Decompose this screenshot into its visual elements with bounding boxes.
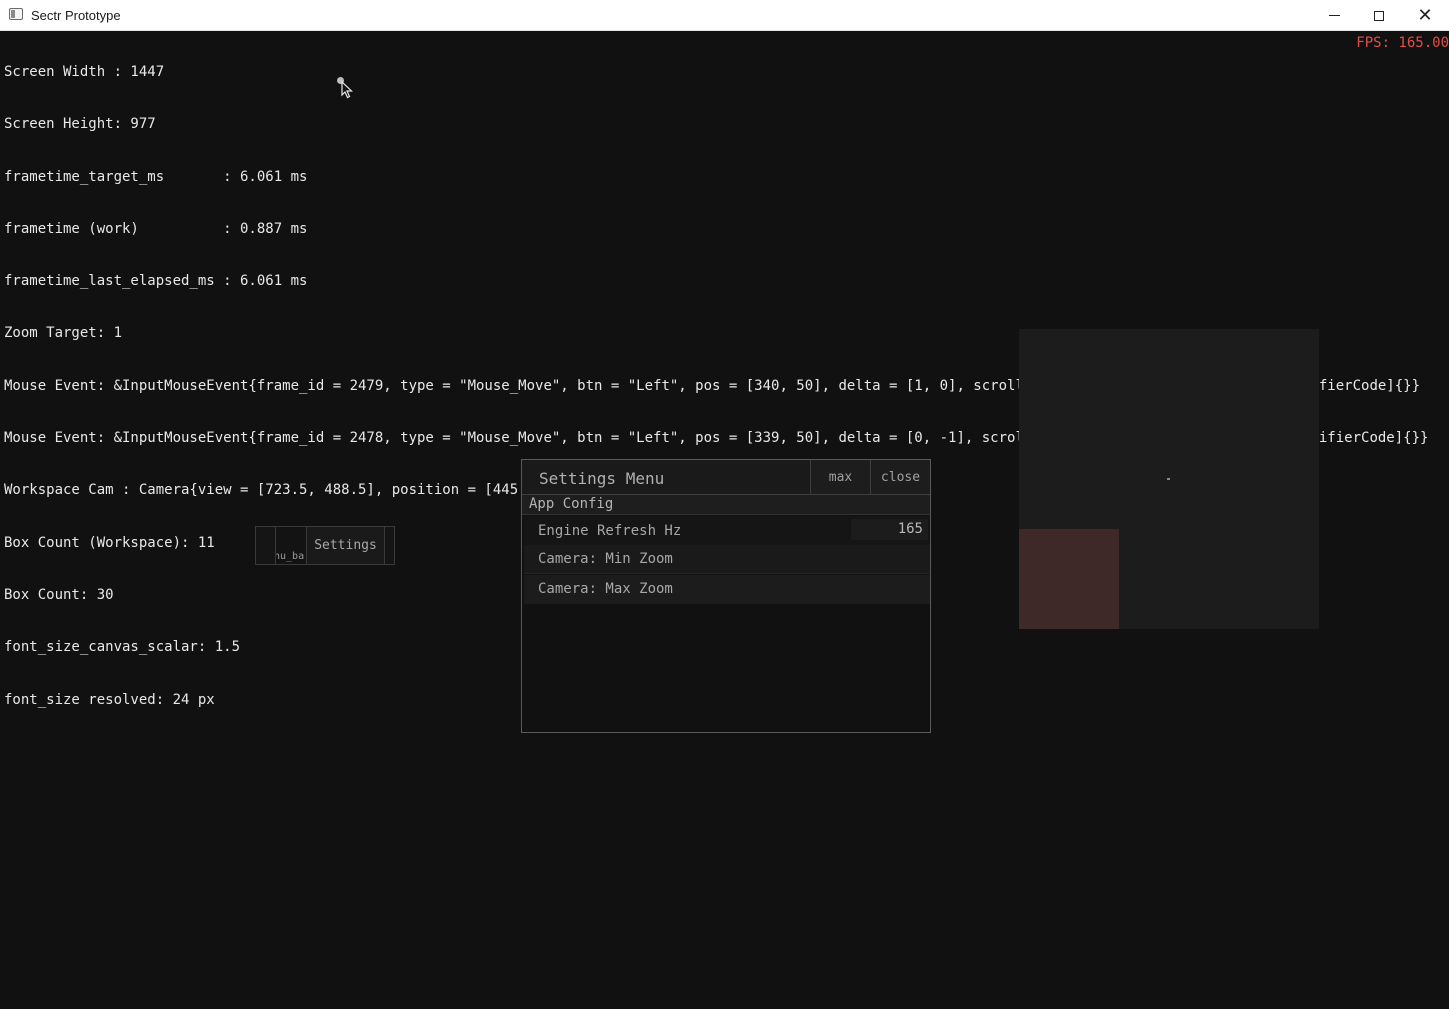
setting-row-max-zoom[interactable]: Camera: Max Zoom: [524, 575, 930, 604]
menu-bar-drag-handle[interactable]: [256, 527, 276, 564]
section-label: App Config: [529, 496, 614, 512]
title-bar: Sectr Prototype ✕: [0, 0, 1449, 31]
debug-line: frametime (work) : 0.887 ms: [4, 220, 308, 237]
setting-row-min-zoom[interactable]: Camera: Min Zoom: [524, 545, 930, 574]
settings-menu-title: Settings Menu: [539, 469, 665, 488]
minimize-button[interactable]: [1311, 0, 1357, 31]
maximize-button[interactable]: [1356, 0, 1402, 31]
close-button[interactable]: close: [870, 460, 930, 494]
section-header[interactable]: App Config: [522, 495, 930, 515]
setting-row-engine-refresh[interactable]: Engine Refresh Hz 165: [524, 516, 930, 545]
red-box[interactable]: [1019, 529, 1119, 629]
window-title: Sectr Prototype: [31, 8, 121, 23]
test-panel[interactable]: [1019, 329, 1319, 629]
menu-bar-label: nu_ba: [276, 527, 307, 564]
close-icon: ✕: [1417, 5, 1433, 26]
debug-line: frametime_last_elapsed_ms : 6.061 ms: [4, 273, 308, 290]
debug-line: Screen Width : 1447: [4, 64, 165, 80]
debug-line: Screen Height: 977: [4, 116, 156, 133]
workspace-canvas[interactable]: Screen Width : 1447 Screen Height: 977 f…: [0, 31, 1449, 1009]
maximize-icon: [1374, 10, 1384, 21]
setting-label: Engine Refresh Hz: [538, 523, 682, 539]
menu-bar-label-text: nu_ba: [276, 551, 305, 562]
panel-marker: [1167, 478, 1170, 480]
app-icon: [9, 8, 23, 20]
maximize-button[interactable]: max: [810, 460, 870, 494]
settings-button[interactable]: Settings: [307, 527, 385, 564]
setting-label: Camera: Max Zoom: [538, 581, 673, 597]
settings-menu-header[interactable]: Settings Menu max close: [522, 460, 930, 495]
engine-refresh-input[interactable]: 165: [851, 519, 928, 540]
setting-label: Camera: Min Zoom: [538, 551, 673, 567]
fps-counter: FPS: 165.00: [1356, 35, 1449, 51]
close-window-button[interactable]: ✕: [1402, 0, 1448, 31]
settings-menu-window[interactable]: Settings Menu max close App Config Engin…: [521, 459, 931, 733]
minimize-icon: [1328, 15, 1340, 16]
menu-bar[interactable]: nu_ba Settings: [255, 526, 395, 565]
mouse-cursor-icon: [341, 81, 353, 99]
debug-line: frametime_target_ms : 6.061 ms: [4, 168, 308, 185]
